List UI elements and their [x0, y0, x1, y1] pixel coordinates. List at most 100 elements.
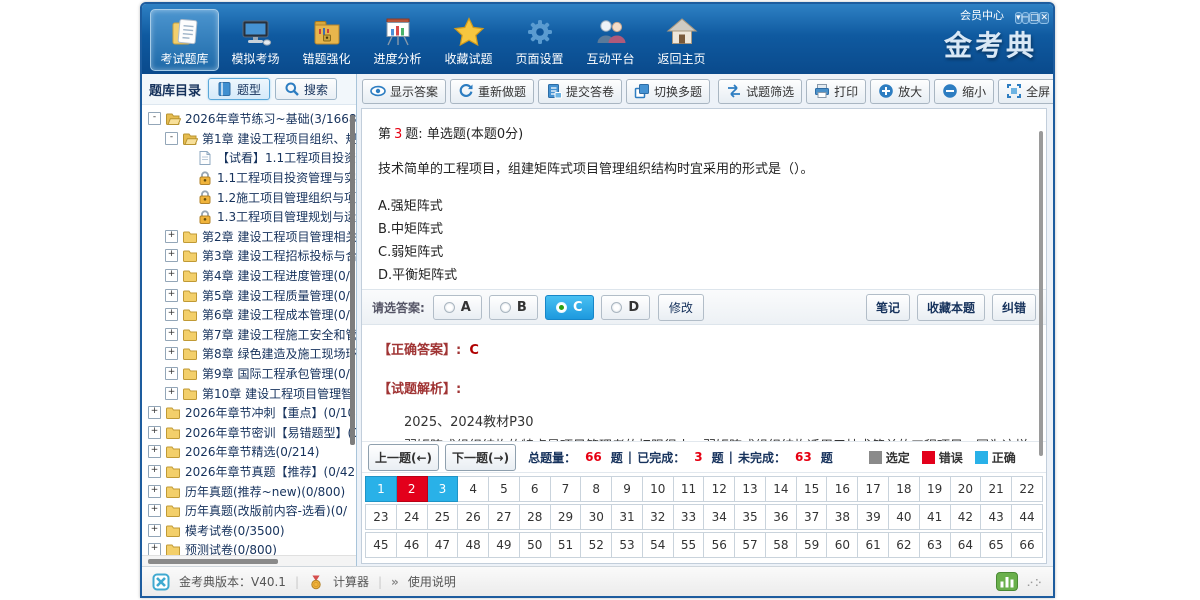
question-cell-50[interactable]: 50 [520, 532, 551, 558]
question-cell-33[interactable]: 33 [674, 504, 705, 530]
tree-item[interactable]: 1.2施工项目管理组织与项 [142, 187, 356, 207]
question-cell-11[interactable]: 11 [674, 476, 705, 502]
question-cell-32[interactable]: 32 [643, 504, 674, 530]
expand-icon[interactable]: + [165, 308, 178, 321]
choice-d-button[interactable]: D [601, 295, 650, 320]
question-cell-66[interactable]: 66 [1012, 532, 1043, 558]
question-cell-15[interactable]: 15 [797, 476, 828, 502]
question-cell-41[interactable]: 41 [920, 504, 951, 530]
next-question-button[interactable]: 下一题(→) [445, 444, 516, 471]
expand-icon[interactable]: + [165, 269, 178, 282]
eye-button[interactable]: 显示答案 [362, 79, 446, 104]
collapse-icon[interactable]: - [165, 132, 178, 145]
modify-button[interactable]: 修改 [658, 294, 704, 321]
question-cell-17[interactable]: 17 [858, 476, 889, 502]
question-cell-60[interactable]: 60 [827, 532, 858, 558]
question-cell-27[interactable]: 27 [489, 504, 520, 530]
question-cell-38[interactable]: 38 [827, 504, 858, 530]
zoom-out-button[interactable]: 缩小 [934, 79, 994, 104]
question-cell-36[interactable]: 36 [766, 504, 797, 530]
question-cell-7[interactable]: 7 [551, 476, 582, 502]
filter-button[interactable]: 试题筛选 [718, 79, 802, 104]
question-cell-19[interactable]: 19 [920, 476, 951, 502]
nav-page-settings-gear[interactable]: 页面设置 [505, 9, 574, 71]
question-cell-44[interactable]: 44 [1012, 504, 1043, 530]
question-cell-47[interactable]: 47 [428, 532, 459, 558]
question-cell-37[interactable]: 37 [797, 504, 828, 530]
tree-item[interactable]: +第8章 绿色建造及施工现场环 [142, 344, 356, 364]
note-button[interactable]: 笔记 [866, 294, 910, 321]
search-button[interactable]: 搜索 [275, 78, 337, 100]
nav-mock-exam[interactable]: 模拟考场 [221, 9, 290, 71]
nav-home[interactable]: 返回主页 [647, 9, 716, 71]
stats-chart-button[interactable] [996, 572, 1018, 591]
question-cell-48[interactable]: 48 [458, 532, 489, 558]
question-cell-18[interactable]: 18 [889, 476, 920, 502]
tree-item[interactable]: +模考试卷(0/3500) [142, 520, 356, 540]
question-cell-59[interactable]: 59 [797, 532, 828, 558]
question-cell-43[interactable]: 43 [981, 504, 1012, 530]
question-cell-34[interactable]: 34 [704, 504, 735, 530]
nav-progress-analysis[interactable]: 进度分析 [363, 9, 432, 71]
expand-icon[interactable]: + [148, 445, 161, 458]
collapse-icon[interactable]: - [148, 112, 161, 125]
expand-icon[interactable]: + [148, 406, 161, 419]
tree-item[interactable]: +2026年章节精选(0/214) [142, 442, 356, 462]
zoom-in-button[interactable]: 放大 [870, 79, 930, 104]
question-cell-24[interactable]: 24 [397, 504, 428, 530]
tree-vertical-scrollbar[interactable] [350, 115, 355, 445]
tree-item[interactable]: 【试看】1.1工程项目投资 [142, 148, 356, 168]
print-button[interactable]: 打印 [806, 79, 866, 104]
tree-item[interactable]: +2026年章节冲刺【重点】(0/1089 [142, 403, 356, 423]
multi-switch-button[interactable]: 切换多题 [626, 79, 710, 104]
expand-icon[interactable]: + [165, 289, 178, 302]
expand-icon[interactable]: + [165, 367, 178, 380]
question-cell-42[interactable]: 42 [951, 504, 982, 530]
question-cell-25[interactable]: 25 [428, 504, 459, 530]
tree-item[interactable]: +历年真题(推荐~new)(0/800) [142, 481, 356, 501]
nav-wrong-questions[interactable]: 错题强化 [292, 9, 361, 71]
question-cell-9[interactable]: 9 [612, 476, 643, 502]
expand-icon[interactable]: + [148, 504, 161, 517]
question-cell-12[interactable]: 12 [704, 476, 735, 502]
question-cell-64[interactable]: 64 [951, 532, 982, 558]
report-error-button[interactable]: 纠错 [992, 294, 1036, 321]
collect-question-button[interactable]: 收藏本题 [917, 294, 985, 321]
skin-button[interactable]: ▾ [1015, 12, 1022, 24]
refresh-button[interactable]: 重新做题 [450, 79, 534, 104]
expand-icon[interactable]: + [165, 230, 178, 243]
tree-item[interactable]: +历年真题(改版前内容-选看)(0/ [142, 501, 356, 521]
expand-icon[interactable]: + [148, 524, 161, 537]
expand-icon[interactable]: + [165, 328, 178, 341]
question-cell-10[interactable]: 10 [643, 476, 674, 502]
expand-icon[interactable]: + [148, 543, 161, 555]
expand-icon[interactable]: + [165, 249, 178, 262]
question-cell-3[interactable]: 3 [428, 476, 459, 502]
close-button[interactable]: ✕ [1039, 12, 1049, 24]
question-cell-40[interactable]: 40 [889, 504, 920, 530]
tree-item[interactable]: +第6章 建设工程成本管理(0/ [142, 305, 356, 325]
question-cell-45[interactable]: 45 [365, 532, 397, 558]
tree-item[interactable]: +2026年章节密训【易错题型】(0/ [142, 423, 356, 443]
question-cell-26[interactable]: 26 [458, 504, 489, 530]
question-cell-62[interactable]: 62 [889, 532, 920, 558]
question-cell-52[interactable]: 52 [581, 532, 612, 558]
question-vertical-scrollbar[interactable] [1039, 131, 1043, 456]
tree-item[interactable]: +第5章 建设工程质量管理(0/ [142, 285, 356, 305]
question-cell-39[interactable]: 39 [858, 504, 889, 530]
question-cell-5[interactable]: 5 [489, 476, 520, 502]
resize-grip[interactable]: ⡠⡢ [1026, 576, 1043, 587]
tree-item[interactable]: 1.1工程项目投资管理与实 [142, 168, 356, 188]
minimize-button[interactable]: ─ [1022, 12, 1029, 24]
question-cell-53[interactable]: 53 [612, 532, 643, 558]
question-cell-63[interactable]: 63 [920, 532, 951, 558]
nav-favorites-star[interactable]: 收藏试题 [434, 9, 503, 71]
question-cell-29[interactable]: 29 [551, 504, 582, 530]
tree-item[interactable]: +第10章 建设工程项目管理智 [142, 383, 356, 403]
question-cell-35[interactable]: 35 [735, 504, 766, 530]
expand-icon[interactable]: + [148, 426, 161, 439]
question-cell-28[interactable]: 28 [520, 504, 551, 530]
tree-item[interactable]: +第3章 建设工程招标投标与合 [142, 246, 356, 266]
maximize-button[interactable]: □ [1029, 12, 1040, 24]
question-cell-22[interactable]: 22 [1012, 476, 1043, 502]
